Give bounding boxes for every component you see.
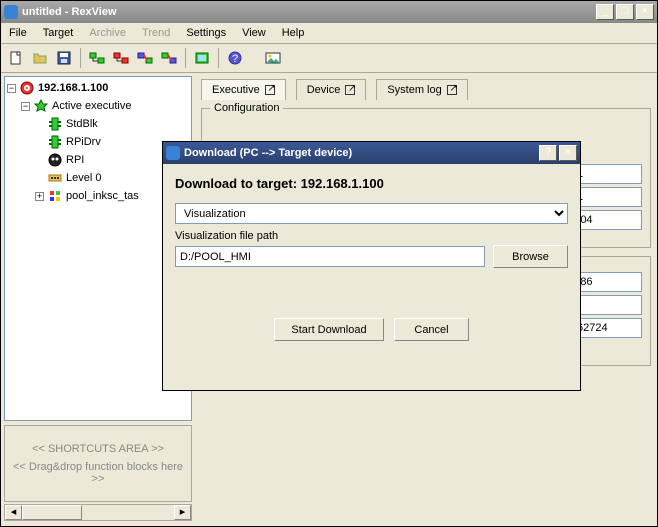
help-icon[interactable]: ? [224, 47, 246, 69]
main-titlebar: untitled - RexView _ □ × [1, 1, 657, 23]
dialog-title: Download (PC --> Target device) [184, 147, 537, 159]
target-icon [19, 80, 35, 96]
task-icon [47, 188, 63, 204]
refresh-icon[interactable] [191, 47, 213, 69]
picture-icon[interactable] [262, 47, 284, 69]
path-label: Visualization file path [175, 230, 568, 242]
tree-item-label: RPiDrv [66, 136, 101, 148]
window-title: untitled - RexView [22, 6, 594, 18]
maximize-button[interactable]: □ [616, 4, 634, 20]
download-type-select[interactable]: Visualization [175, 203, 568, 224]
upload-icon[interactable] [158, 47, 180, 69]
menubar: File Target Archive Trend Settings View … [1, 23, 657, 44]
dialog-icon [166, 146, 180, 160]
cancel-button[interactable]: Cancel [394, 318, 469, 341]
save-icon[interactable] [53, 47, 75, 69]
popout-icon[interactable] [265, 85, 275, 95]
scroll-thumb[interactable] [22, 505, 82, 520]
scroll-left-icon[interactable]: ◂ [5, 505, 22, 520]
shortcuts-label1: << SHORTCUTS AREA >> [13, 443, 183, 455]
device-icon [47, 152, 63, 168]
menu-help[interactable]: Help [274, 25, 313, 41]
tabs: Executive Device System log [201, 79, 651, 100]
download-icon[interactable] [134, 47, 156, 69]
close-dialog-button[interactable]: × [559, 145, 577, 161]
shortcuts-area[interactable]: << SHORTCUTS AREA >> << Drag&drop functi… [4, 425, 192, 502]
expand-icon[interactable]: + [35, 192, 44, 201]
menu-view[interactable]: View [234, 25, 274, 41]
tree-label: Active executive [52, 100, 131, 112]
toolbar: ? [1, 44, 657, 73]
tree-root-label: 192.168.1.100 [38, 82, 108, 94]
start-download-button[interactable]: Start Download [274, 318, 384, 341]
tree-item[interactable]: StdBlk [7, 115, 189, 133]
new-icon[interactable] [5, 47, 27, 69]
download-dialog: Download (PC --> Target device) ? × Down… [162, 141, 581, 391]
tree-item-label: StdBlk [66, 118, 98, 130]
app-icon [4, 5, 18, 19]
collapse-icon[interactable]: − [21, 102, 30, 111]
tree-item-label: pool_inksc_tas [66, 190, 139, 202]
svg-text:?: ? [232, 53, 238, 65]
menu-trend[interactable]: Trend [134, 25, 178, 41]
archives-input[interactable] [572, 164, 642, 184]
tree-root[interactable]: − 192.168.1.100 [7, 79, 189, 97]
help-button[interactable]: ? [539, 145, 557, 161]
path-input[interactable] [175, 246, 485, 267]
popout-icon[interactable] [447, 85, 457, 95]
minimize-button[interactable]: _ [596, 4, 614, 20]
open-icon[interactable] [29, 47, 51, 69]
exec-icon [33, 98, 49, 114]
tab-systemlog[interactable]: System log [376, 79, 467, 100]
browse-button[interactable]: Browse [493, 245, 568, 268]
shortcuts-label2: << Drag&drop function blocks here >> [13, 461, 183, 485]
tree-active-exec[interactable]: − Active executive [7, 97, 189, 115]
levels-input[interactable] [572, 187, 642, 207]
connect-green-icon[interactable] [86, 47, 108, 69]
memory-input[interactable] [572, 318, 642, 338]
tab-label: Device [307, 84, 341, 96]
block-green-icon [47, 116, 63, 132]
tree-item-label: RPI [66, 154, 84, 166]
scroll-right-icon[interactable]: ▸ [174, 505, 191, 520]
connect-red-icon[interactable] [110, 47, 132, 69]
group-title: Configuration [210, 102, 283, 114]
menu-file[interactable]: File [1, 25, 35, 41]
menu-settings[interactable]: Settings [178, 25, 234, 41]
popout-icon[interactable] [345, 85, 355, 95]
menu-archive[interactable]: Archive [81, 25, 134, 41]
tab-device[interactable]: Device [296, 79, 367, 100]
tab-label: System log [387, 84, 441, 96]
block-green-icon [47, 134, 63, 150]
tab-label: Executive [212, 84, 260, 96]
tab-executive[interactable]: Executive [201, 79, 286, 100]
collapse-icon[interactable]: − [7, 84, 16, 93]
level-icon [47, 170, 63, 186]
menu-target[interactable]: Target [35, 25, 82, 41]
scrollbar[interactable]: ◂ ▸ [4, 504, 192, 521]
dialog-heading: Download to target: 192.168.1.100 [175, 176, 568, 191]
dialog-titlebar: Download (PC --> Target device) ? × [163, 142, 580, 164]
close-button[interactable]: × [636, 4, 654, 20]
tree-item-label: Level 0 [66, 172, 101, 184]
